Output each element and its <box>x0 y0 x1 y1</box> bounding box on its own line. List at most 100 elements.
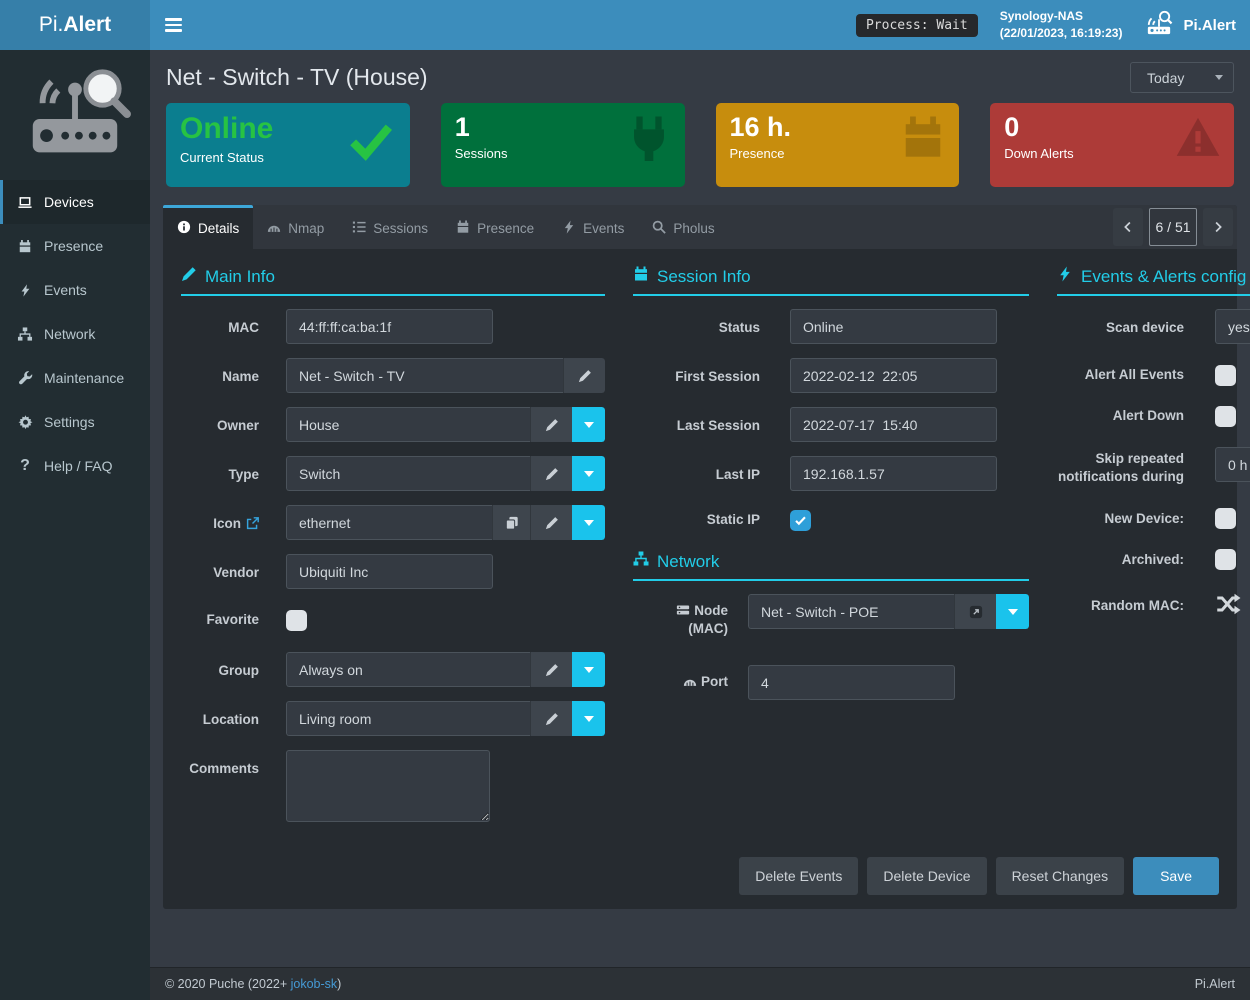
first-session-input[interactable] <box>790 358 997 393</box>
tab-pholus[interactable]: Pholus <box>638 205 728 249</box>
footer-brand: Pi.Alert <box>1195 977 1235 991</box>
section-title: Main Info <box>205 267 275 287</box>
check-icon <box>345 119 397 168</box>
prev-device-button[interactable] <box>1113 208 1143 246</box>
edit-location-button[interactable] <box>530 701 572 736</box>
mac-label: MAC <box>181 309 259 344</box>
caret-down-icon <box>584 520 594 526</box>
group-input[interactable] <box>286 652 530 687</box>
card-presence: 16 h. Presence <box>716 103 960 187</box>
group-dropdown-button[interactable] <box>572 652 605 687</box>
field-mac: MAC <box>181 309 605 344</box>
comments-textarea[interactable] <box>286 750 490 822</box>
node-mac-input[interactable] <box>748 594 954 629</box>
name-input[interactable] <box>286 358 563 393</box>
caret-down-icon <box>584 422 594 428</box>
brand-logo[interactable]: Pi.Alert <box>0 0 150 50</box>
icon-dropdown-button[interactable] <box>572 505 605 540</box>
pencil-icon <box>545 663 559 677</box>
favorite-checkbox[interactable] <box>286 610 307 631</box>
sidebar-item-label: Maintenance <box>44 370 124 386</box>
edit-icon-button[interactable] <box>530 505 572 540</box>
edit-owner-button[interactable] <box>530 407 572 442</box>
icon-input[interactable] <box>286 505 492 540</box>
footer-copyright: © 2020 Puche (2022+ jokob-sk) <box>165 977 341 991</box>
server-icon <box>676 603 690 617</box>
tab-sessions[interactable]: Sessions <box>338 205 442 249</box>
tab-details[interactable]: Details <box>163 205 253 249</box>
brand-prefix: Pi. <box>39 13 64 37</box>
content-header: Net - Switch - TV (House) Today <box>150 50 1250 103</box>
network-header: Network <box>633 551 1029 581</box>
footer-author-link[interactable]: jokob-sk <box>291 977 338 991</box>
external-link-icon[interactable] <box>246 517 259 530</box>
archived-checkbox[interactable] <box>1215 549 1236 570</box>
port-label: Port <box>633 665 728 700</box>
status-input[interactable] <box>790 309 997 344</box>
tab-presence[interactable]: Presence <box>442 205 548 249</box>
sidebar-item-devices[interactable]: Devices <box>0 180 150 224</box>
type-input[interactable] <box>286 456 530 491</box>
edit-group-button[interactable] <box>530 652 572 687</box>
skip-notifications-input[interactable] <box>1215 447 1250 482</box>
tab-nmap[interactable]: Nmap <box>253 205 338 249</box>
open-node-button[interactable] <box>954 594 996 629</box>
caret-down-icon <box>1008 609 1018 615</box>
sidebar-toggle-button[interactable] <box>150 0 196 50</box>
scan-device-input[interactable] <box>1215 309 1250 344</box>
reset-changes-button[interactable]: Reset Changes <box>996 857 1125 895</box>
pialert-logo <box>0 50 150 180</box>
type-dropdown-button[interactable] <box>572 456 605 491</box>
navbar-app-link[interactable]: Pi.Alert <box>1144 10 1236 40</box>
delete-device-button[interactable]: Delete Device <box>867 857 986 895</box>
field-alert-all-events: Alert All Events <box>1057 365 1250 386</box>
edit-name-button[interactable] <box>563 358 605 393</box>
owner-dropdown-button[interactable] <box>572 407 605 442</box>
sidebar-item-network[interactable]: Network <box>0 312 150 356</box>
copy-icon-button[interactable] <box>492 505 530 540</box>
field-skip-notifications: Skip repeated notifications during <box>1057 447 1250 486</box>
main-info-section: Main Info MAC Name <box>181 266 605 841</box>
field-last-session: Last Session <box>633 407 1029 442</box>
icon-label: Icon <box>181 505 259 540</box>
last-ip-input[interactable] <box>790 456 997 491</box>
sidebar-item-events[interactable]: Events <box>0 268 150 312</box>
static-ip-checkbox[interactable] <box>790 510 811 531</box>
next-device-button[interactable] <box>1203 208 1233 246</box>
edit-type-button[interactable] <box>530 456 572 491</box>
calendar-icon <box>456 220 470 237</box>
scan-dome-icon <box>267 220 281 237</box>
sidebar-item-help[interactable]: ? Help / FAQ <box>0 444 150 488</box>
sidebar-item-settings[interactable]: Settings <box>0 400 150 444</box>
sidebar-item-maintenance[interactable]: Maintenance <box>0 356 150 400</box>
location-input[interactable] <box>286 701 530 736</box>
new-device-checkbox[interactable] <box>1215 508 1236 529</box>
tab-events[interactable]: Events <box>548 205 638 249</box>
period-select[interactable]: Today <box>1130 62 1234 93</box>
delete-events-button[interactable]: Delete Events <box>739 857 858 895</box>
port-input[interactable] <box>748 665 955 700</box>
shuffle-icon <box>1215 592 1242 621</box>
sidebar-item-presence[interactable]: Presence <box>0 224 150 268</box>
warning-icon <box>1175 115 1221 166</box>
new-device-label: New Device: <box>1057 510 1184 528</box>
sidebar-item-label: Presence <box>44 238 103 254</box>
last-session-input[interactable] <box>790 407 997 442</box>
bolt-icon <box>15 283 35 298</box>
device-pager: 6 / 51 <box>1109 205 1237 249</box>
sidebar: Devices Presence Events Network Maintena… <box>0 50 150 1000</box>
pencil-icon <box>545 418 559 432</box>
details-tab-body: Main Info MAC Name <box>163 249 1237 909</box>
mac-input[interactable] <box>286 309 493 344</box>
first-session-label: First Session <box>633 358 760 393</box>
save-button[interactable]: Save <box>1133 857 1219 895</box>
alert-down-checkbox[interactable] <box>1215 406 1236 427</box>
vendor-input[interactable] <box>286 554 493 589</box>
alert-all-events-checkbox[interactable] <box>1215 365 1236 386</box>
owner-input[interactable] <box>286 407 530 442</box>
sidebar-item-label: Devices <box>44 194 94 210</box>
location-dropdown-button[interactable] <box>572 701 605 736</box>
last-session-label: Last Session <box>633 407 760 442</box>
sidebar-item-label: Settings <box>44 414 95 430</box>
node-dropdown-button[interactable] <box>996 594 1029 629</box>
